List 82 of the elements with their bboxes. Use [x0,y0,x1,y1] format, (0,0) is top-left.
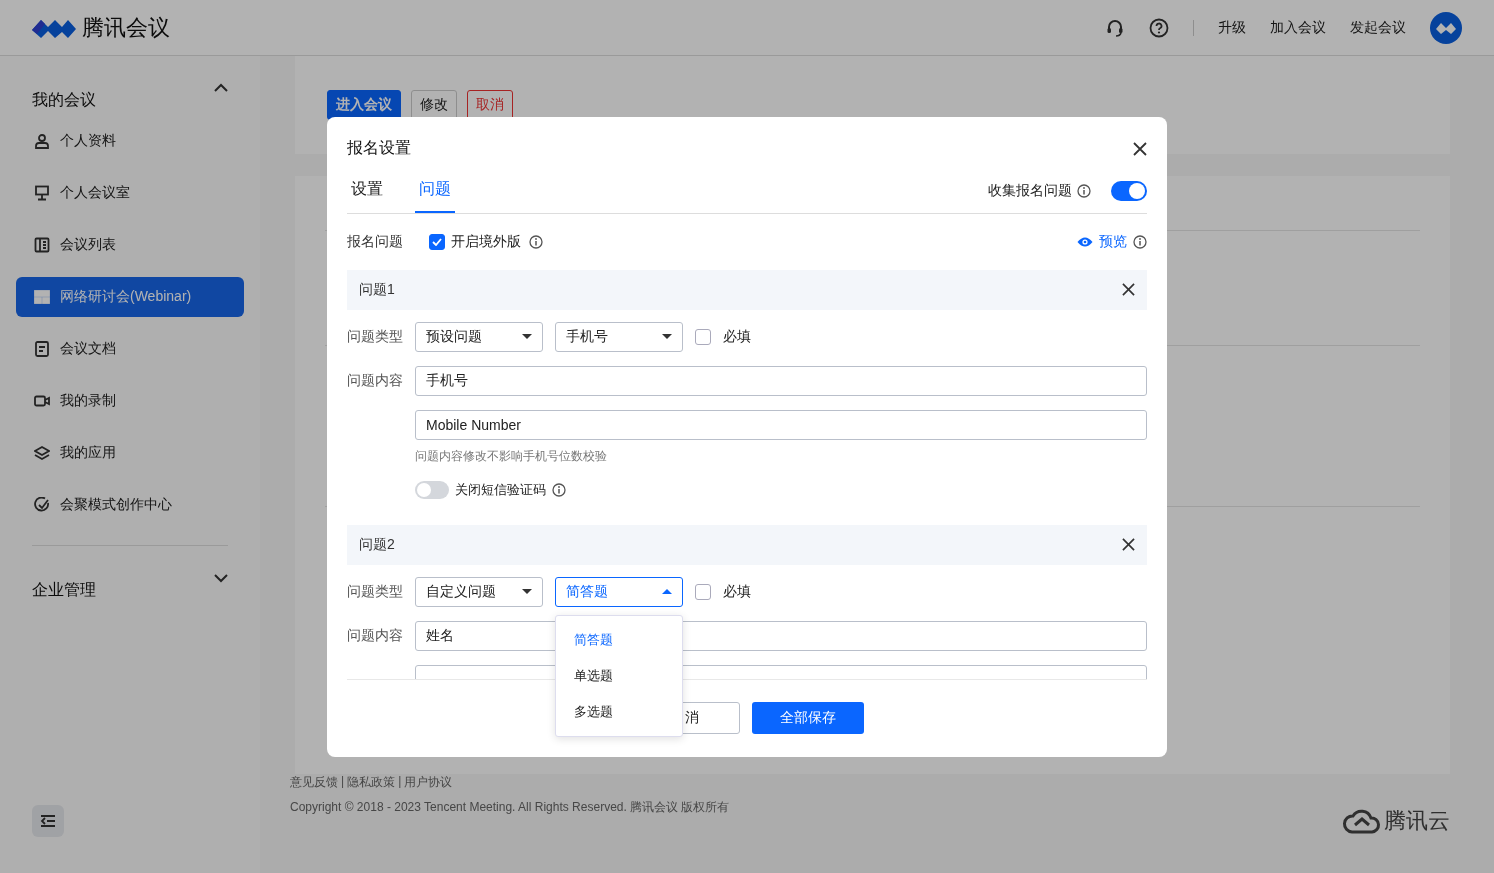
menu-item-icon [34,497,50,513]
field-label: 问题内容 [347,626,403,645]
menu-item-icon [34,289,50,305]
menu-item-icon [34,393,50,409]
info-icon[interactable] [1133,234,1147,249]
sidebar-item[interactable]: 会聚模式创作中心 [16,485,244,525]
header-link[interactable]: 发起会议 [1350,18,1406,37]
sidebar-item[interactable]: 我的录制 [16,381,244,421]
field-label: 报名问题 [347,232,403,251]
sidebar-item[interactable]: 我的应用 [16,433,244,473]
question-title: 问题2 [359,535,395,554]
link-separator: | [398,774,402,790]
preview-link[interactable]: 预览 [1099,232,1127,251]
dialog-title: 报名设置 [347,138,411,158]
field-label: 问题内容 [347,371,403,390]
info-icon[interactable] [529,234,543,249]
caret-down-icon [522,333,532,340]
sidebar-group[interactable]: 企业管理 [16,546,244,602]
checkbox-label: 必填 [723,327,751,346]
help-icon[interactable] [1149,17,1169,38]
hint-text: 问题内容修改不影响手机号位数校验 [415,447,608,465]
answer-type-select[interactable]: 简答题 [555,576,683,607]
collapse-menu-icon [40,814,56,828]
sidebar-item[interactable]: 个人资料 [16,121,244,161]
eye-icon[interactable] [1077,235,1093,248]
avatar-icon[interactable] [1430,11,1462,44]
question-title: 问题1 [359,280,395,299]
footer-link[interactable]: 用户协议 [404,774,453,791]
field-label: 问题类型 [347,582,403,601]
sidebar-group[interactable]: 我的会议 [16,56,244,112]
checkbox[interactable] [695,328,711,345]
menu-item-icon [34,237,50,253]
field-label: 问题类型 [347,327,403,346]
delete-question-icon[interactable] [1122,283,1135,296]
question-content-field[interactable]: 手机号 [415,365,1147,396]
toggle-label: 关闭短信验证码 [455,480,546,499]
question-type-select[interactable]: 自定义问题 [415,576,543,607]
close-icon[interactable] [1133,141,1147,156]
link-separator: | [341,774,345,790]
save-all-button[interactable]: 全部保存 [752,701,864,734]
brand-name: 腾讯会议 [82,13,170,42]
collapse-sidebar-button[interactable] [32,805,64,837]
sidebar-item[interactable]: 网络研讨会(Webinar) [16,277,244,317]
headset-icon[interactable] [1105,17,1125,38]
header-link[interactable]: 升级 [1218,18,1246,37]
meeting-action-button[interactable]: 进入会议 [327,90,401,120]
tab[interactable]: 问题 [415,168,455,213]
collect-questions-label: 收集报名问题 [988,181,1072,200]
menu-item-icon [34,445,50,461]
dropdown-option[interactable]: 单选题 [556,657,682,694]
sidebar-item[interactable]: 会议列表 [16,225,244,265]
footer-link[interactable]: 意见反馈 [290,774,338,791]
question-content-english-field[interactable]: Mobile Number [415,409,1147,440]
caret-up-icon [662,588,672,595]
meeting-action-button[interactable]: 取消 [467,90,513,120]
answer-type-select[interactable]: 手机号 [555,321,683,352]
caret-down-icon [662,333,672,340]
checkbox-label: 必填 [723,582,751,601]
menu-item-icon [34,341,50,357]
tab[interactable]: 设置 [347,168,387,213]
sidebar-item[interactable]: 个人会议室 [16,173,244,213]
check-icon [432,237,442,246]
checkbox[interactable] [695,583,711,600]
sidebar-item[interactable]: 会议文档 [16,329,244,369]
copyright-text: Copyright © 2018 - 2023 Tencent Meeting. All Rights Reserved. 腾讯会议 版权所有 [290,799,731,816]
toggle-switch[interactable] [1111,180,1147,201]
cloud-logo-icon [1342,807,1382,835]
checkbox[interactable] [429,233,445,250]
cloud-brand-name: 腾讯云 [1384,807,1450,835]
menu-item-icon [34,185,50,201]
chevron-down-icon[interactable] [214,571,228,585]
caret-down-icon [522,588,532,595]
toggle-switch[interactable] [415,480,449,499]
info-icon[interactable] [552,482,566,497]
delete-question-icon[interactable] [1122,538,1135,551]
info-icon[interactable] [1077,183,1091,198]
menu-item-icon [34,133,50,149]
footer-link[interactable]: 隐私政策 [347,774,396,791]
header-link[interactable]: 加入会议 [1270,18,1326,37]
meeting-action-button[interactable]: 修改 [411,90,457,120]
checkbox-label: 开启境外版 [451,232,521,251]
question-type-select[interactable]: 预设问题 [415,321,543,352]
